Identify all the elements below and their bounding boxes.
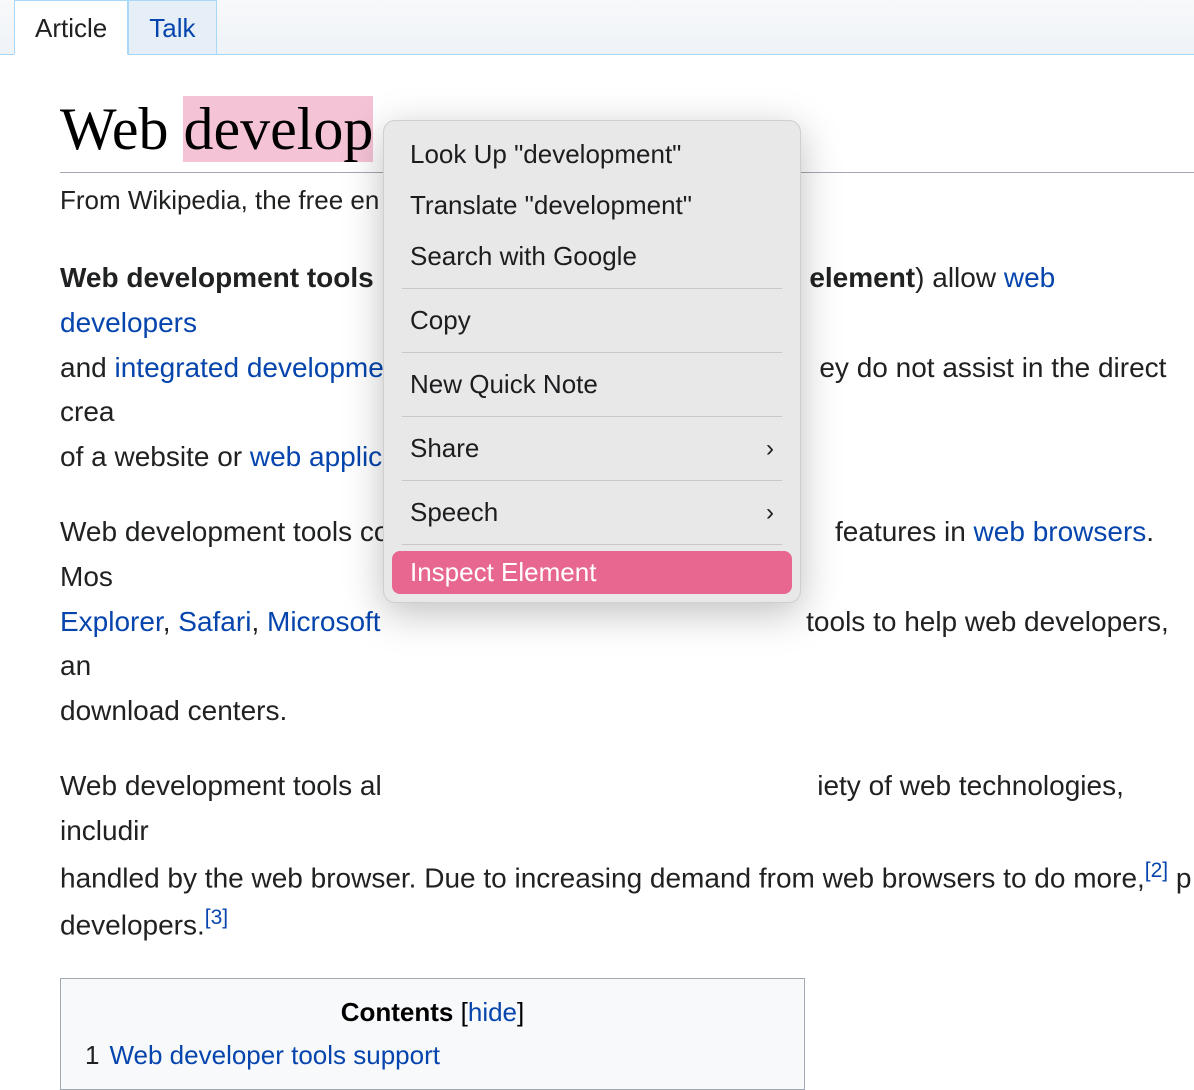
link-web-browsers[interactable]: web browsers [974,516,1147,547]
toc-hide-link[interactable]: hide [468,997,517,1027]
link-web-application[interactable]: web applic [250,441,382,472]
table-of-contents: Contents [hide] 1Web developer tools sup… [60,978,805,1090]
menu-copy[interactable]: Copy [384,295,800,346]
menu-inspect-element[interactable]: Inspect Element [392,551,792,594]
menu-separator [402,416,782,417]
menu-translate[interactable]: Translate "development" [384,180,800,231]
toc-link[interactable]: Web developer tools support [109,1040,440,1070]
citation-3[interactable]: [3] [205,906,228,929]
toc-list: 1Web developer tools support [85,1040,780,1071]
menu-new-quick-note[interactable]: New Quick Note [384,359,800,410]
toc-title: Contents [hide] [85,997,780,1028]
menu-separator [402,480,782,481]
citation-2[interactable]: [2] [1145,859,1168,882]
selected-text[interactable]: develop [183,96,373,162]
link-microsoft[interactable]: Microsoft [267,606,381,637]
page-tabs: Article Talk [0,0,1194,55]
chevron-right-icon: › [766,499,774,527]
bold-text: element [809,262,915,293]
menu-share[interactable]: Share› [384,423,800,474]
paragraph-3: Web development tools al iety of web tec… [60,764,1194,948]
bold-text: Web development tools [60,262,374,293]
menu-separator [402,544,782,545]
menu-search-google[interactable]: Search with Google [384,231,800,282]
link-safari[interactable]: Safari [178,606,251,637]
context-menu: Look Up "development" Translate "develop… [383,120,801,603]
chevron-right-icon: › [766,435,774,463]
tab-talk[interactable]: Talk [128,0,216,54]
link-integrated-development[interactable]: integrated developme [115,352,384,383]
menu-separator [402,352,782,353]
menu-separator [402,288,782,289]
tab-article[interactable]: Article [14,0,128,55]
link-explorer[interactable]: Explorer [60,606,163,637]
menu-look-up[interactable]: Look Up "development" [384,129,800,180]
toc-item[interactable]: 1Web developer tools support [85,1040,780,1071]
menu-speech[interactable]: Speech› [384,487,800,538]
